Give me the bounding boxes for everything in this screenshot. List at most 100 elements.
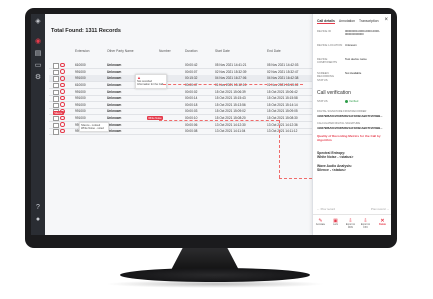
cell-duration: 00:00:18: [185, 102, 198, 107]
calc-sig-value: 41847986A5C2F9D53D21AF03391ABC7F2C5BB...: [317, 126, 383, 130]
storage-icon[interactable]: ▤: [34, 50, 42, 58]
col-start-date[interactable]: Start Date: [215, 49, 230, 53]
row-checkbox[interactable]: [53, 129, 59, 135]
cell-extension: 610000: [75, 63, 86, 68]
status-row: Status Verified: [317, 99, 389, 105]
cell-duration: 00:00:06: [185, 122, 198, 127]
cell-end-date: 15 Oct 2021 15:15:58: [267, 96, 298, 101]
recordings-icon[interactable]: ◉: [34, 38, 42, 46]
cell-other-party: Unknown: [107, 116, 122, 121]
recording-status-icon: [60, 62, 65, 68]
silence-callout-text: Silence - noticed White Noise - noted: [81, 124, 104, 131]
status-value: Verified: [349, 99, 359, 104]
recording-status-icon: [60, 102, 65, 107]
cell-other-party: Unknown: [107, 83, 122, 88]
device-components-label: Device Components: [317, 57, 338, 65]
check-icon: [345, 100, 348, 103]
col-other-party[interactable]: Other Party Name: [107, 49, 134, 53]
cell-duration: 00:00:07: [185, 69, 198, 74]
delete-label: Delete: [379, 224, 386, 226]
folder-icon[interactable]: ▭: [34, 62, 42, 70]
cell-other-party: Unknown: [107, 89, 122, 94]
connector-line-3: [279, 178, 312, 179]
export-csv-label: Export to CSV: [360, 224, 371, 229]
connector-vline: [279, 120, 280, 178]
not-recorded-callout: ▲ Not recorded Information for the Call: [135, 74, 167, 89]
device-location-value: Unknown: [345, 43, 357, 47]
device-id-label: Device ID: [317, 29, 331, 33]
col-extension[interactable]: Extension: [75, 49, 89, 53]
digital-sig-label: Digital Signature from Recorder: [317, 110, 367, 113]
cell-duration: 00:00:08: [185, 129, 198, 134]
cell-start-date: 13 Oct 2021 14:12:30: [215, 122, 246, 127]
col-end-date[interactable]: End Date: [267, 49, 281, 53]
cell-end-date: 13 Oct 2021 14:11:12: [267, 129, 298, 134]
recording-status-icon: [60, 82, 65, 88]
close-icon[interactable]: ×: [384, 17, 388, 23]
cell-end-date: 15 Oct 2021 15:14:14: [267, 102, 298, 107]
device-components-value: Test device name: [345, 57, 367, 61]
digital-sig-value: 41847986A5C2F9D53D21AF03391ABC7F2C5BB...: [317, 114, 383, 118]
cell-other-party: Unknown: [107, 63, 122, 68]
user-icon[interactable]: ●: [34, 216, 42, 224]
recording-status-icon: [60, 95, 65, 101]
lock-label: Lock: [333, 224, 338, 226]
screen-recording-row: Screen Recording Status Not Available: [317, 71, 389, 85]
cell-start-date: 15 Oct 2021 15:13:56: [215, 102, 246, 107]
cell-other-party: Unknown: [107, 122, 122, 127]
next-record-button[interactable]: Prev record →: [371, 207, 389, 211]
cell-extension: 991000: [75, 76, 86, 81]
cell-other-party: Unknown: [107, 76, 122, 81]
col-number[interactable]: Number: [159, 49, 171, 53]
cell-end-date: 02 Nov 2021 15:32:47: [267, 69, 299, 74]
recording-status-icon: [60, 76, 65, 81]
table-header: Extension Other Party Name Number Durati…: [49, 47, 349, 56]
silence-callout: Silence - noticed White Noise - noted: [79, 122, 109, 133]
recording-status-icon: [60, 115, 65, 121]
action-bar: ✎ Annotate ▣ Lock ⇩ Export to WAV ⇩ Export t…: [313, 214, 391, 235]
cell-start-date: 05 Nov 2021 14:41:21: [215, 63, 247, 68]
device-id-value: 00000000-0000-0000-0000-000000000000: [345, 29, 380, 37]
lock-button[interactable]: ▣ Lock: [329, 218, 342, 227]
cell-end-date: 13 Oct 2021 14:12:36: [267, 122, 298, 127]
next-record-label: Prev record: [370, 207, 386, 211]
cell-extension: 991000: [75, 96, 86, 101]
calc-sig-label: Calculated Digital Signature: [317, 122, 361, 125]
annotate-label: Annotate: [315, 224, 326, 226]
cell-duration: 00:00:42: [185, 63, 198, 68]
tab-call-details[interactable]: Call details: [317, 19, 335, 24]
screen-recording-label: Screen Recording Status: [317, 71, 335, 82]
cell-end-date: 05 Nov 2021 14:42:03: [267, 63, 299, 68]
export-csv-button[interactable]: ⇩ Export to CSV: [359, 218, 372, 230]
spectral-value: White Noise - <status>: [317, 155, 354, 160]
annotate-button[interactable]: ✎ Annotate: [314, 218, 327, 227]
cell-extension: 610000: [75, 83, 86, 88]
cell-duration: 00:15:32: [185, 76, 198, 81]
delete-button[interactable]: ✕ Delete: [376, 218, 389, 227]
not-recorded-text: Not recorded Information for the Call: [137, 80, 164, 87]
cell-other-party: Unknown: [107, 96, 122, 101]
tab-transcription[interactable]: Transcription: [359, 19, 378, 23]
cell-extension: 991000: [75, 89, 86, 94]
cell-end-date: 04 Nov 2021 16:42:38: [267, 76, 299, 81]
col-duration[interactable]: Duration: [185, 49, 197, 53]
quality-heading: Quality of Recording Metrics for the Cal…: [317, 134, 381, 142]
connector-line-2: [159, 120, 279, 121]
cell-extension: 991000: [75, 102, 86, 107]
sidebar: ◈ ◉ ▤ ▭ ⚙ ? ●: [31, 14, 45, 235]
status-label: Status: [317, 99, 328, 103]
help-icon[interactable]: ?: [34, 204, 42, 212]
tab-annotation[interactable]: Annotation: [339, 19, 355, 23]
panel-tabs: Call details Annotation Transcription: [317, 19, 382, 24]
logo-icon: ◈: [35, 18, 41, 25]
device-id-row: Device ID 00000000-0000-0000-0000-000000…: [317, 29, 389, 40]
spectral-entropy: Spectral Entropy: White Noise - <status>: [317, 151, 389, 159]
gear-icon[interactable]: ⚙: [34, 74, 42, 82]
wave-analysis: Wave Audio Analysis: Silence - <status>: [317, 164, 389, 172]
cell-start-date: 04 Nov 2021 16:27:06: [215, 76, 247, 81]
cell-other-party: Unknown: [107, 69, 122, 74]
recording-status-icon: [60, 89, 65, 94]
prev-record-button[interactable]: ← Prev record: [317, 207, 335, 211]
export-wav-button[interactable]: ⇩ Export to WAV: [344, 218, 357, 230]
silence-badge: Silence: [53, 111, 64, 116]
